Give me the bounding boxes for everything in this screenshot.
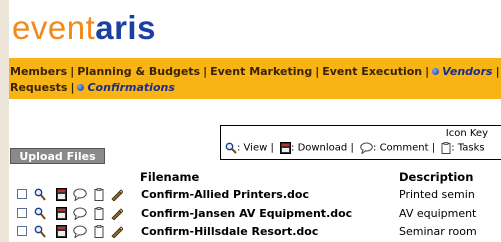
- icon-key-legend: : View | : Download | : Comment | : Task…: [225, 142, 485, 155]
- main-navigation: Members | Planning & Budgets | Event Marketi…: [9, 58, 501, 99]
- comment-icon[interactable]: [73, 207, 87, 221]
- comment-icon[interactable]: [73, 225, 87, 239]
- icon-key-comment-label: : Comment |: [373, 142, 436, 154]
- file-description: Printed semin: [399, 188, 475, 201]
- tasks-icon[interactable]: [94, 225, 108, 239]
- icon-key-tasks-label: : Tasks: [451, 142, 485, 154]
- magnifier-icon: [225, 142, 237, 154]
- row-select-checkbox[interactable]: [17, 226, 27, 236]
- files-table-header: Filename Description: [9, 170, 501, 184]
- nav-link-event-execution[interactable]: Event Execution: [322, 65, 422, 78]
- active-bullet-icon: [77, 84, 85, 91]
- nav-link-event-marketing[interactable]: Event Marketing: [210, 65, 312, 78]
- tasks-icon[interactable]: [94, 207, 108, 221]
- clipboard-icon: [441, 142, 451, 154]
- active-bullet-icon: [432, 68, 440, 75]
- edit-icon[interactable]: [110, 225, 124, 239]
- file-description: Seminar room: [399, 225, 477, 238]
- view-icon[interactable]: [34, 207, 48, 221]
- subnav-link-confirmations[interactable]: Confirmations: [87, 81, 174, 94]
- download-icon[interactable]: [56, 188, 70, 202]
- edit-icon[interactable]: [110, 188, 124, 202]
- filename-link[interactable]: Confirm-Allied Printers.doc: [141, 188, 309, 201]
- nav-link-planning-budgets[interactable]: Planning & Budgets: [77, 65, 200, 78]
- column-header-filename[interactable]: Filename: [140, 170, 199, 184]
- logo-text-aris: aris: [95, 9, 156, 46]
- logo-text-ent: ent: [47, 9, 96, 46]
- view-icon[interactable]: [34, 188, 48, 202]
- nav-row-secondary: Requests | Confirmations: [10, 81, 175, 94]
- column-header-description[interactable]: Description: [399, 170, 473, 184]
- upload-files-button[interactable]: Upload Files: [10, 148, 105, 164]
- subnav-link-requests[interactable]: Requests: [10, 81, 67, 94]
- nav-link-vendors[interactable]: Vendors: [442, 65, 492, 78]
- page-frame: eventaris Members | Planning & Budgets | Eve…: [9, 0, 501, 242]
- row-select-checkbox[interactable]: [17, 189, 27, 199]
- edit-icon[interactable]: [110, 207, 124, 221]
- table-row: Confirm-Hillsdale Resort.doc Seminar room: [9, 223, 501, 241]
- table-row: Confirm-Jansen AV Equipment.doc AV equipm…: [9, 205, 501, 223]
- row-select-checkbox[interactable]: [17, 208, 27, 218]
- eventaris-logo[interactable]: eventaris: [12, 8, 156, 48]
- table-row: Confirm-Allied Printers.doc Printed semin: [9, 186, 501, 204]
- download-icon: [280, 142, 292, 154]
- logo-letter-e: e: [12, 9, 31, 46]
- icon-key-panel: Icon Key : View | : Download | : Comment…: [220, 125, 501, 160]
- download-icon[interactable]: [56, 207, 70, 221]
- nav-link-members[interactable]: Members: [10, 65, 67, 78]
- file-description: AV equipment: [399, 207, 477, 220]
- tasks-icon[interactable]: [94, 188, 108, 202]
- comment-icon[interactable]: [73, 188, 87, 202]
- logo-letter-v: v: [30, 9, 48, 46]
- comment-icon: [360, 142, 373, 155]
- filename-link[interactable]: Confirm-Hillsdale Resort.doc: [141, 225, 318, 238]
- icon-key-view-label: : View |: [237, 142, 274, 154]
- download-icon[interactable]: [56, 225, 70, 239]
- icon-key-download-label: : Download |: [291, 142, 354, 154]
- filename-link[interactable]: Confirm-Jansen AV Equipment.doc: [141, 207, 352, 220]
- icon-key-title: Icon Key: [445, 128, 488, 139]
- view-icon[interactable]: [34, 225, 48, 239]
